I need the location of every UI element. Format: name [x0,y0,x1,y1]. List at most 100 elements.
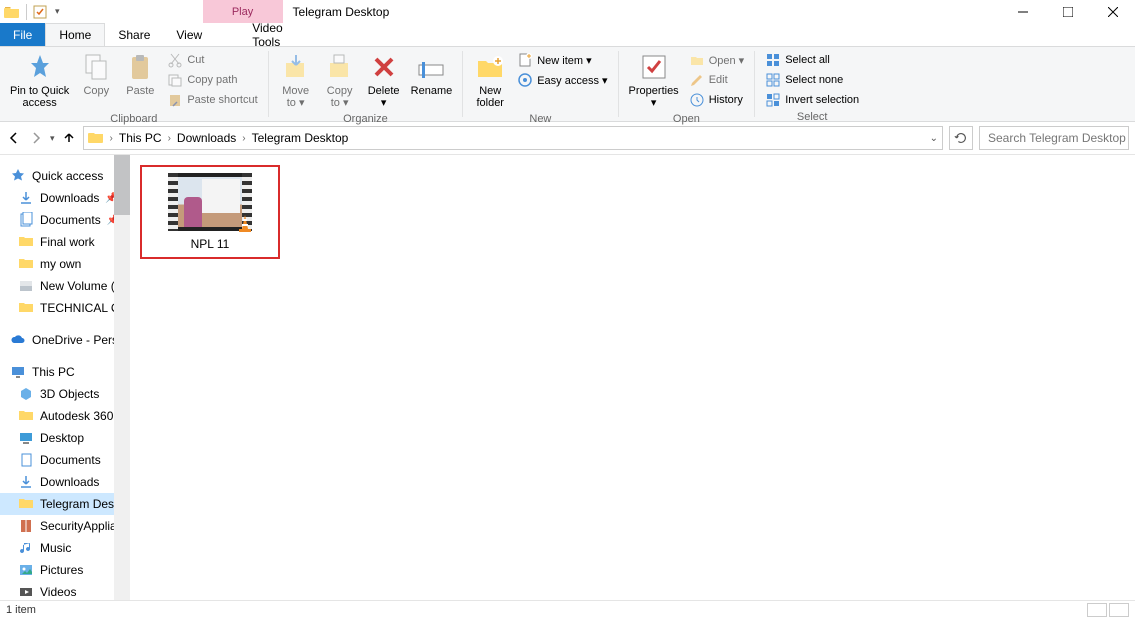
properties-icon [638,51,670,83]
documents-icon [18,212,34,228]
file-item-video[interactable]: NPL 11 [148,173,272,251]
tab-view[interactable]: View [163,23,215,46]
pictures-icon [18,562,34,578]
copy-to-button[interactable]: Copy to ▾ [319,49,361,111]
video-thumbnail [168,173,252,231]
chevron-right-icon[interactable]: › [238,133,249,144]
chevron-right-icon[interactable]: › [106,133,117,144]
vlc-icon [236,213,254,233]
nav-item-my-own[interactable]: my own [0,253,130,275]
nav-up-button[interactable] [61,130,77,146]
qat-dropdown[interactable]: ▾ [51,6,64,17]
address-bar[interactable]: › This PC › Downloads › Telegram Desktop… [83,126,943,150]
search-box[interactable]: Search Telegram Desktop [979,126,1129,150]
breadcrumb-item[interactable]: Telegram Desktop [252,131,349,145]
folder-icon [18,496,34,512]
tab-home[interactable]: Home [45,23,105,46]
group-label-select: Select [761,109,863,125]
nav-forward-button[interactable] [28,130,44,146]
nav-item-documents-qa[interactable]: Documents📌 [0,209,130,231]
star-icon [10,168,26,184]
select-all-button[interactable]: Select all [761,51,863,69]
easy-access-button[interactable]: Easy access ▾ [513,71,611,89]
nav-item-technical[interactable]: TECHNICAL CO [0,297,130,319]
paste-button[interactable]: Paste [119,49,161,111]
nav-item-documents[interactable]: Documents [0,449,130,471]
view-details-button[interactable] [1087,603,1107,617]
nav-this-pc[interactable]: This PC [0,361,130,383]
pin-icon [24,51,56,83]
nav-item-autodesk[interactable]: Autodesk 360 [0,405,130,427]
nav-onedrive[interactable]: OneDrive - Person [0,329,130,351]
group-label-organize: Organize [275,111,457,127]
maximize-button[interactable] [1045,0,1090,23]
copy-path-button[interactable]: Copy path [163,71,261,89]
cut-icon [167,52,183,68]
paste-shortcut-icon [167,92,183,108]
chevron-right-icon[interactable]: › [164,133,175,144]
move-to-button[interactable]: Move to ▾ [275,49,317,111]
history-button[interactable]: History [685,91,749,109]
new-folder-button[interactable]: New folder [469,49,511,111]
nav-item-downloads[interactable]: Downloads [0,471,130,493]
copy-path-icon [167,72,183,88]
address-dropdown[interactable]: ⌄ [930,133,938,144]
rename-button[interactable]: Rename [407,49,457,111]
desktop-icon [18,430,34,446]
folder-icon [18,256,34,272]
qat-properties-icon[interactable] [33,5,47,19]
new-item-button[interactable]: New item ▾ [513,51,611,69]
nav-item-downloads-qa[interactable]: Downloads📌 [0,187,130,209]
refresh-button[interactable] [949,126,973,150]
nav-back-button[interactable] [6,130,22,146]
archive-icon [18,518,34,534]
copy-icon [80,51,112,83]
nav-recent-dropdown[interactable]: ▾ [50,133,55,144]
tab-file[interactable]: File [0,23,45,46]
breadcrumb-item[interactable]: Downloads [177,131,236,145]
select-none-icon [765,72,781,88]
separator [26,4,27,20]
close-button[interactable] [1090,0,1135,23]
nav-item-videos[interactable]: Videos [0,581,130,600]
delete-button[interactable]: Delete ▾ [363,49,405,111]
folder-icon [4,5,20,19]
invert-selection-icon [765,92,781,108]
onedrive-icon [10,332,26,348]
navpane-scrollbar[interactable] [114,155,130,600]
pin-to-quick-access-button[interactable]: Pin to Quick access [6,49,73,111]
edit-button[interactable]: Edit [685,71,749,89]
select-none-button[interactable]: Select none [761,71,863,89]
new-item-icon [517,52,533,68]
tab-share[interactable]: Share [105,23,163,46]
music-icon [18,540,34,556]
nav-item-new-volume[interactable]: New Volume (D: [0,275,130,297]
nav-item-security[interactable]: SecurityApplian [0,515,130,537]
open-button[interactable]: Open ▾ [685,51,749,69]
file-list[interactable]: NPL 11 [130,155,1135,600]
paste-shortcut-button[interactable]: Paste shortcut [163,91,261,109]
status-item-count: 1 item [6,604,36,616]
downloads-icon [18,474,34,490]
cut-button[interactable]: Cut [163,51,261,69]
minimize-button[interactable] [1000,0,1045,23]
scrollbar-thumb[interactable] [114,155,130,215]
nav-quick-access[interactable]: Quick access [0,165,130,187]
copy-to-icon [324,51,356,83]
view-thumbnails-button[interactable] [1109,603,1129,617]
copy-button[interactable]: Copy [75,49,117,111]
navigation-pane[interactable]: Quick access Downloads📌 Documents📌 Final… [0,155,130,600]
nav-item-telegram-desktop[interactable]: Telegram Deskt [0,493,130,515]
easy-access-icon [517,72,533,88]
nav-item-final-work[interactable]: Final work [0,231,130,253]
nav-item-music[interactable]: Music [0,537,130,559]
nav-item-desktop[interactable]: Desktop [0,427,130,449]
invert-selection-button[interactable]: Invert selection [761,91,863,109]
search-placeholder: Search Telegram Desktop [988,131,1126,145]
breadcrumb-item[interactable]: This PC [119,131,162,145]
nav-item-pictures[interactable]: Pictures [0,559,130,581]
properties-button[interactable]: Properties ▾ [625,49,683,111]
window-title: Telegram Desktop [283,0,1000,23]
tab-video-tools[interactable]: Video Tools [239,23,319,46]
nav-item-3d-objects[interactable]: 3D Objects [0,383,130,405]
